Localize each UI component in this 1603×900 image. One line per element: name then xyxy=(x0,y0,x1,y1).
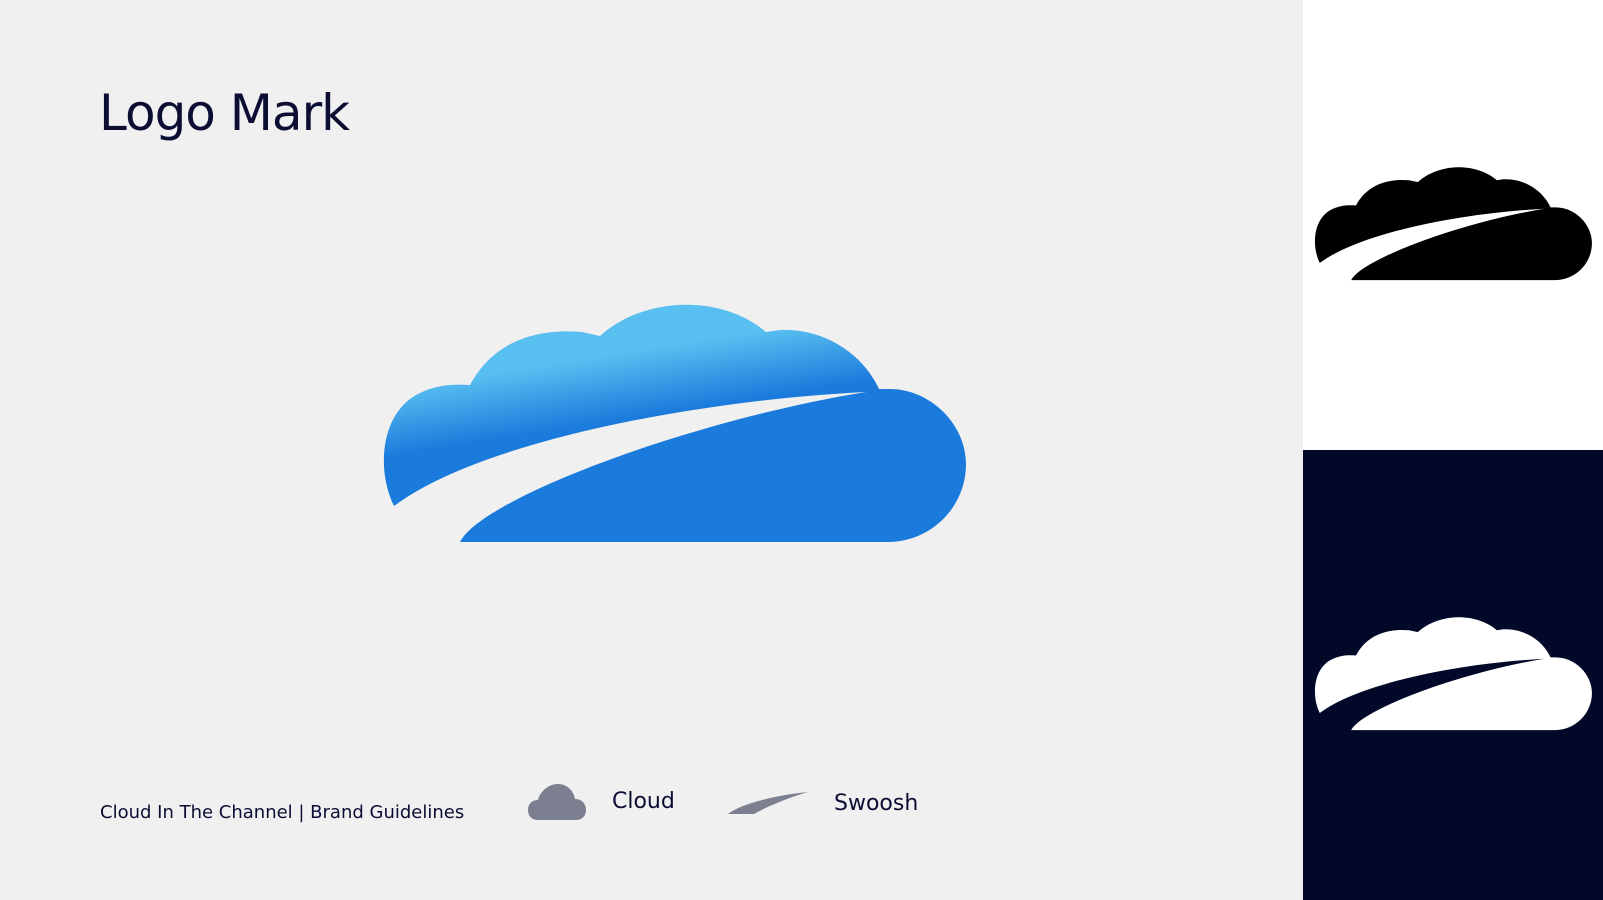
logo-mark-black xyxy=(1314,167,1592,281)
legend-cloud-label: Cloud xyxy=(612,788,675,814)
cloud-icon xyxy=(528,784,586,820)
legend-swoosh: Swoosh xyxy=(728,790,918,816)
logo-mark-white xyxy=(1314,617,1592,731)
footer-brand-text: Cloud In The Channel | Brand Guidelines xyxy=(100,802,465,823)
cloud-shape xyxy=(383,304,966,542)
page-title: Logo Mark xyxy=(99,84,350,142)
legend-swoosh-label: Swoosh xyxy=(834,790,919,816)
legend-cloud: Cloud xyxy=(528,780,675,822)
variant-white-on-navy xyxy=(1303,450,1603,900)
logo-mark xyxy=(383,304,966,542)
swoosh-icon xyxy=(728,792,808,814)
main-canvas: Logo Mark Cloud In The Channel | Brand G… xyxy=(0,0,1303,900)
variant-black-on-white xyxy=(1303,0,1603,450)
